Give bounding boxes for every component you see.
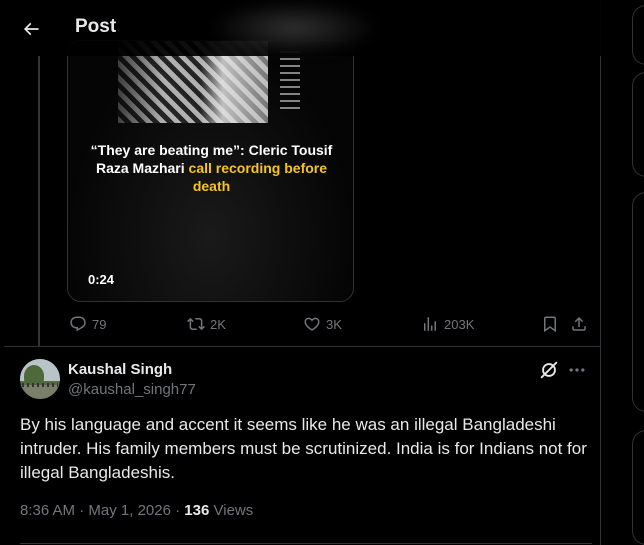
video-player[interactable]: “They are beating me”: Cleric Tousif Raz… bbox=[67, 40, 354, 302]
bookmark-icon bbox=[544, 316, 556, 333]
post-column: Post “They are beating me”: Cleric Tousi… bbox=[4, 0, 601, 545]
reply-button[interactable]: 79 bbox=[69, 315, 106, 333]
header-blur bbox=[209, 0, 379, 56]
sidebar-card[interactable] bbox=[632, 72, 644, 177]
analytics-icon bbox=[424, 317, 436, 331]
repost-icon bbox=[187, 317, 205, 331]
reply-views-label: Views bbox=[213, 502, 254, 519]
reply-icon bbox=[70, 316, 86, 332]
reply-post[interactable]: Kaushal Singh @kaushal_singh77 By his la… bbox=[4, 346, 601, 545]
sidebar-card[interactable] bbox=[632, 192, 644, 412]
share-button[interactable] bbox=[570, 315, 593, 333]
post-action-bar: 79 2K 3K 203K bbox=[67, 312, 592, 338]
grok-icon[interactable] bbox=[538, 359, 560, 381]
like-button[interactable]: 3K bbox=[303, 315, 342, 333]
divider bbox=[20, 543, 592, 544]
meta-separator: · bbox=[175, 502, 185, 519]
share-icon bbox=[572, 316, 586, 331]
repost-count: 2K bbox=[210, 316, 226, 332]
heart-icon bbox=[304, 317, 320, 331]
right-sidebar-edge bbox=[602, 0, 644, 545]
video-decor bbox=[280, 51, 300, 111]
reply-metadata: 8:36 AM · May 1, 2026 · 136 Views bbox=[20, 502, 253, 519]
reply-views-count: 136 bbox=[184, 502, 210, 519]
reply-date[interactable]: May 1, 2026 bbox=[88, 502, 171, 519]
avatar[interactable] bbox=[20, 359, 60, 399]
sidebar-card[interactable] bbox=[632, 5, 644, 65]
author-name[interactable]: Kaushal Singh bbox=[68, 361, 172, 378]
video-duration: 0:24 bbox=[88, 272, 115, 287]
reply-text: By his language and accent it seems like… bbox=[20, 415, 587, 482]
repost-button[interactable]: 2K bbox=[187, 315, 226, 333]
views-button[interactable]: 203K bbox=[421, 315, 474, 333]
back-arrow-icon bbox=[23, 22, 39, 36]
more-options-icon[interactable] bbox=[567, 360, 587, 380]
sidebar-card[interactable] bbox=[632, 430, 644, 545]
thread-connector-line bbox=[38, 56, 40, 346]
post-header: Post bbox=[4, 0, 601, 56]
page-title: Post bbox=[75, 16, 117, 37]
author-handle[interactable]: @kaushal_singh77 bbox=[68, 381, 196, 398]
video-caption: “They are beating me”: Cleric Tousif Raz… bbox=[88, 141, 335, 195]
video-caption-highlight: call recording before death bbox=[188, 160, 328, 194]
reply-time[interactable]: 8:36 AM bbox=[20, 502, 75, 519]
bookmark-button[interactable] bbox=[541, 315, 564, 333]
like-count: 3K bbox=[326, 316, 342, 332]
views-count: 203K bbox=[444, 316, 475, 332]
meta-separator: · bbox=[79, 502, 89, 519]
back-button[interactable] bbox=[16, 14, 46, 44]
reply-count: 79 bbox=[92, 316, 107, 332]
